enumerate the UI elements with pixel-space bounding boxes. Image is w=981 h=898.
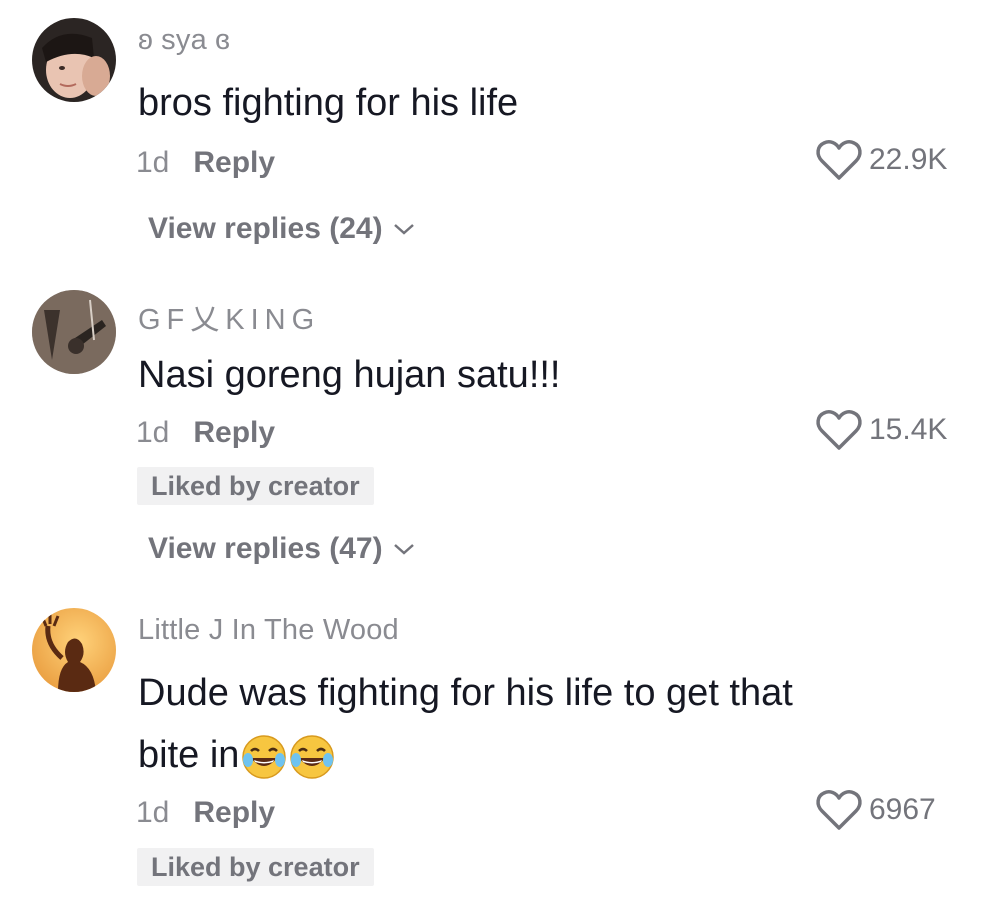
view-replies-label: View replies (47) [148,532,383,565]
comment-item: GF乂KING Nasi goreng hujan satu!!! 1d Repl… [0,280,981,590]
comment-username[interactable]: ʚ sya ɞ [138,24,230,57]
like-button[interactable]: 15.4K [815,408,947,452]
liked-by-creator-badge: Liked by creator [137,848,374,886]
like-count: 22.9K [869,143,948,176]
comment-meta: 1d Reply [136,416,275,450]
reply-button[interactable]: Reply [193,796,275,829]
heart-icon [816,790,862,830]
reply-button[interactable]: Reply [193,416,275,449]
reply-button[interactable]: Reply [193,146,275,179]
comment-time: 1d [136,146,170,179]
comment-meta: 1d Reply [136,146,275,180]
comment-username[interactable]: Little J In The Wood [138,614,399,647]
like-count: 15.4K [869,413,948,446]
like-button[interactable]: 6967 [815,788,936,832]
comment-time: 1d [136,796,170,829]
avatar[interactable] [32,18,116,102]
comment-text-line1: Dude was fighting for his life to get th… [138,672,793,714]
chevron-down-icon [393,224,414,235]
comment-text: bros fighting for his life [138,82,519,124]
laughing-crying-emoji-icon [290,735,335,779]
like-button[interactable]: 22.9K [815,138,947,182]
comment-time: 1d [136,416,170,449]
heart-icon [816,410,862,450]
comment-item: Little J In The Wood Dude was fighting f… [0,600,981,898]
avatar[interactable] [32,608,116,692]
laughing-crying-emoji-icon [242,735,287,779]
view-replies-button[interactable]: View replies (24) [148,212,415,246]
comment-text-line2: bite in [138,724,335,786]
comment-text: Nasi goreng hujan satu!!! [138,354,561,396]
avatar[interactable] [32,290,116,374]
heart-icon [816,140,862,180]
comment-text-line2-text: bite in [138,734,240,776]
comment-item: ʚ sya ɞ bros fighting for his life 1d Rep… [0,0,981,280]
comment-username[interactable]: GF乂KING [138,296,320,338]
comment-meta: 1d Reply [136,796,275,830]
view-replies-button[interactable]: View replies (47) [148,532,415,566]
like-count: 6967 [869,793,936,826]
liked-by-creator-badge: Liked by creator [137,467,374,505]
chevron-down-icon [393,544,414,555]
view-replies-label: View replies (24) [148,212,383,245]
